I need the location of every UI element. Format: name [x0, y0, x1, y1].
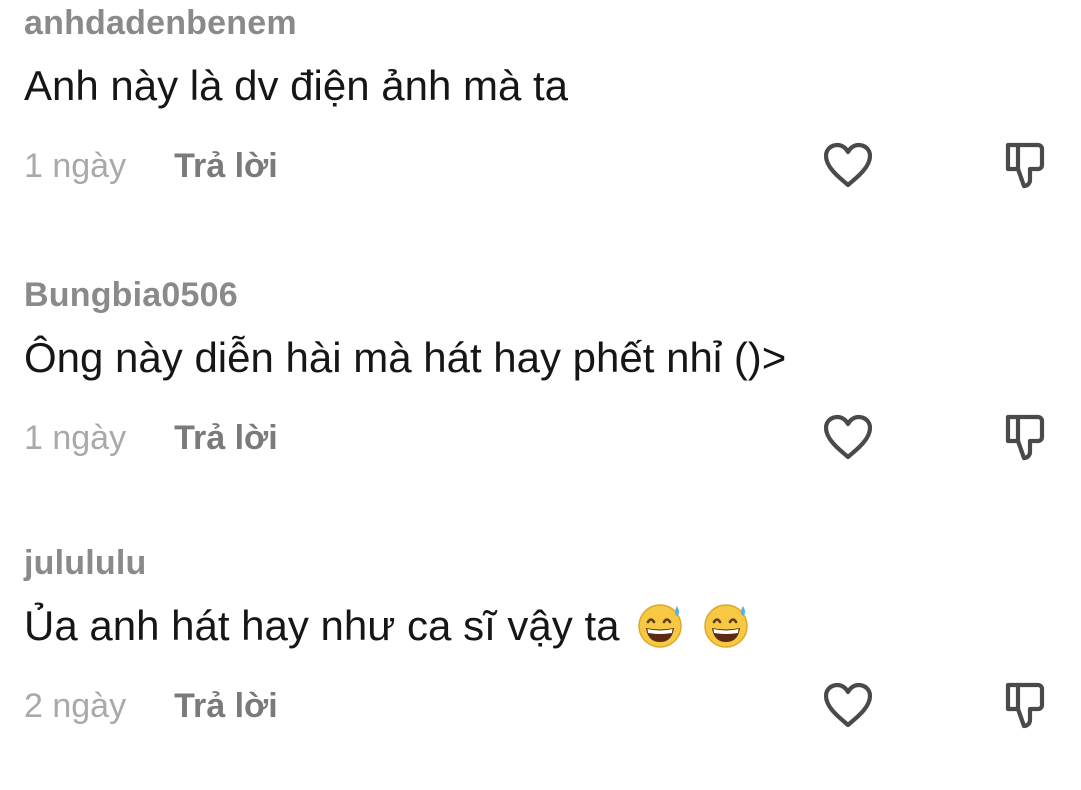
comment-meta: 2 ngày Trả lời [24, 684, 278, 728]
comment-text-row: Ủa anh hát hay như ca sĩ vậy ta [24, 602, 751, 654]
comment-username[interactable]: julululu [24, 544, 146, 583]
comment-meta: 1 ngày Trả lời [24, 144, 278, 188]
grinning-face-with-sweat-icon [704, 604, 748, 648]
thumbs-down-icon[interactable] [1000, 141, 1048, 191]
heart-icon[interactable] [822, 141, 874, 189]
thumbs-down-icon[interactable] [1000, 413, 1048, 463]
comment-item: anhdadenbenem Anh này là dv điện ảnh mà … [24, 0, 1064, 250]
comment-text: Ủa anh hát hay như ca sĩ vậy ta [24, 602, 620, 649]
reply-button[interactable]: Trả lời [174, 419, 278, 458]
heart-icon[interactable] [822, 681, 874, 729]
comment-meta: 1 ngày Trả lời [24, 416, 278, 460]
comment-username[interactable]: Bungbia0506 [24, 276, 238, 315]
comment-item: julululu Ủa anh hát hay như ca sĩ vậy ta… [24, 540, 1064, 790]
comment-text: Anh này là dv điện ảnh mà ta [24, 62, 569, 109]
thumbs-down-icon[interactable] [1000, 681, 1048, 731]
grinning-face-with-sweat-icon [638, 604, 682, 648]
reply-button[interactable]: Trả lời [174, 687, 278, 726]
comment-time: 2 ngày [24, 686, 127, 725]
comment-username[interactable]: anhdadenbenem [24, 4, 297, 43]
reply-button[interactable]: Trả lời [174, 147, 278, 186]
comment-time: 1 ngày [24, 146, 127, 185]
comment-item: Bungbia0506 Ông này diễn hài mà hát hay … [24, 272, 1064, 522]
heart-icon[interactable] [822, 413, 874, 461]
comment-time: 1 ngày [24, 418, 127, 457]
comment-text: Ông này diễn hài mà hát hay phết nhỉ ()> [24, 334, 787, 381]
